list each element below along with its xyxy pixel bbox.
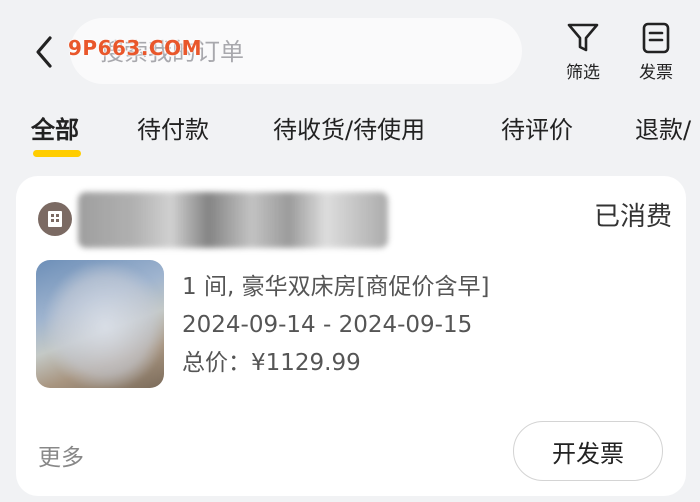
hotel-icon: [38, 202, 72, 236]
more-link[interactable]: 更多: [38, 438, 84, 472]
invoice-label: 发票: [639, 63, 673, 83]
chevron-left-icon: [36, 36, 52, 68]
tab-all[interactable]: 全部: [31, 110, 79, 145]
total-price: 总价：¥1129.99: [182, 350, 361, 376]
filter-icon: [567, 23, 599, 52]
active-tab-indicator: [33, 150, 81, 157]
order-details: 1 间, 豪华双床房[商促价含早] 2024-09-14 - 2024-09-1…: [182, 268, 490, 382]
tab-pending-payment[interactable]: 待付款: [137, 110, 209, 145]
order-status: 已消费: [593, 202, 672, 232]
tab-pending-review[interactable]: 待评价: [501, 110, 573, 145]
invoice-button[interactable]: 发票: [626, 22, 686, 86]
filter-button[interactable]: 筛选: [553, 22, 613, 86]
issue-invoice-button[interactable]: 开发票: [513, 421, 663, 481]
back-button[interactable]: [28, 30, 64, 74]
tab-refund[interactable]: 退款/: [635, 110, 691, 145]
order-tabs: 全部 待付款 待收货/待使用 待评价 退款/: [0, 110, 700, 164]
stay-dates: 2024-09-14 - 2024-09-15: [182, 312, 473, 338]
watermark-text: 9P663.COM: [68, 36, 203, 60]
hotel-thumbnail: [36, 260, 164, 388]
hotel-name-redacted: [78, 192, 388, 248]
room-type: 1 间, 豪华双床房[商促价含早]: [182, 274, 490, 300]
tab-pending-receipt[interactable]: 待收货/待使用: [273, 110, 425, 145]
receipt-icon: [642, 22, 670, 54]
order-card[interactable]: 已消费 1 间, 豪华双床房[商促价含早] 2024-09-14 - 2024-…: [16, 176, 686, 496]
filter-label: 筛选: [566, 63, 600, 83]
top-bar: 搜索我的订单 9P663.COM 筛选 发票: [0, 0, 700, 100]
